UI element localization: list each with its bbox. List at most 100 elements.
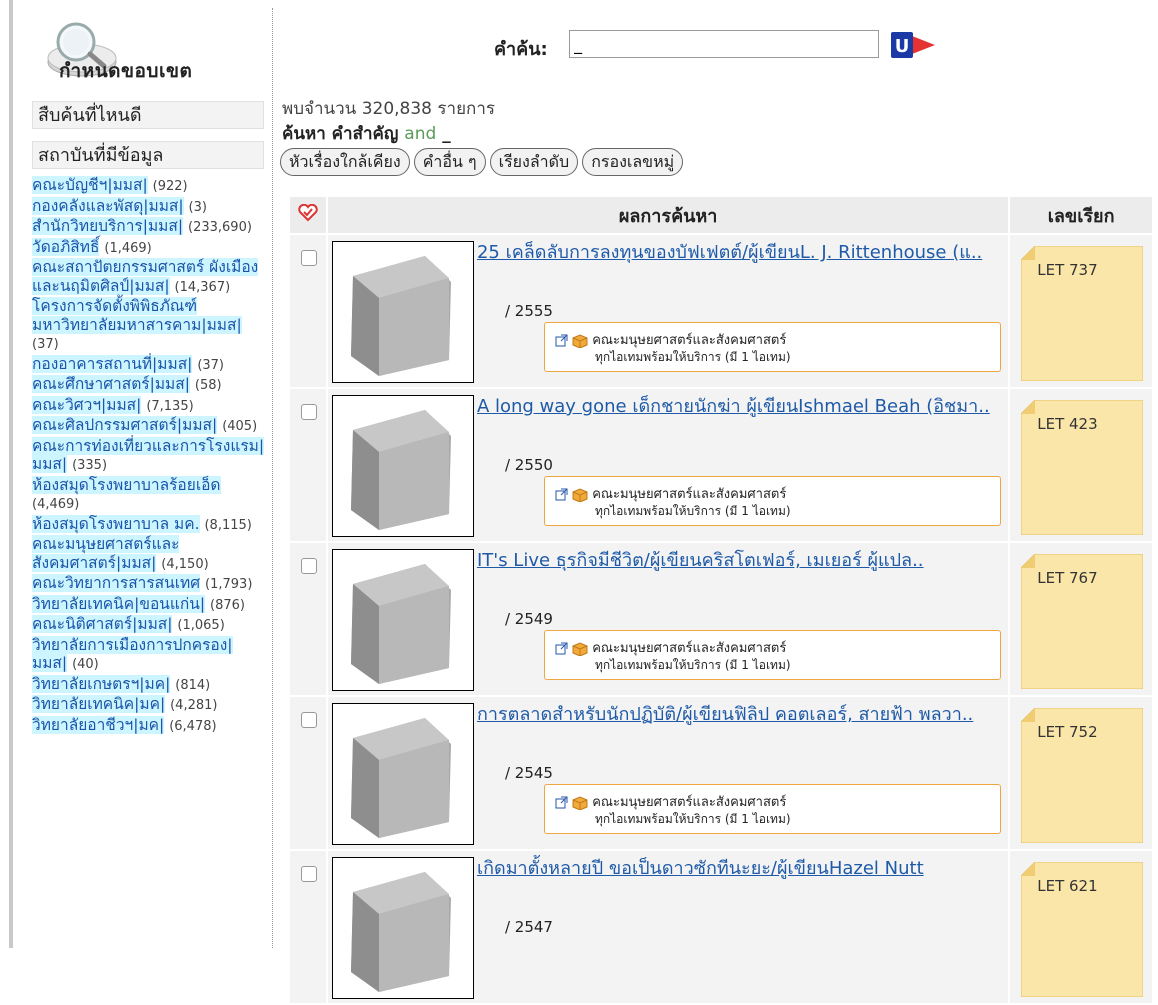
row-check-cell xyxy=(290,389,326,541)
holding-dept-text: คณะมนุษยศาสตร์และสังคมศาสตร์ xyxy=(592,795,787,810)
institution-name[interactable]: คณะศึกษาศาสตร์|มมส| xyxy=(32,375,190,393)
institution-item[interactable]: คณะศึกษาศาสตร์|มมส| (58) xyxy=(32,375,267,396)
institution-name[interactable]: คณะศิลปกรรมศาสตร์|มมส| xyxy=(32,416,218,434)
institution-name[interactable]: คณะนิติศาสตร์|มมส| xyxy=(32,615,173,633)
institution-name[interactable]: วิทยาลัยอาชีวฯ|มค| xyxy=(32,715,165,734)
row-main-cell: A long way gone เด็กชายนักฆ่า ผู้เขียนIs… xyxy=(327,389,1009,541)
filter-institutions[interactable]: สถาบันที่มีข้อมูล xyxy=(32,141,264,169)
row-checkbox[interactable] xyxy=(301,558,317,574)
filter-search-where[interactable]: สืบค้นที่ไหนดี xyxy=(32,101,264,129)
institution-count: (233,690) xyxy=(188,220,252,235)
chip-other-words[interactable]: คำอื่น ๆ xyxy=(413,148,486,176)
institution-item[interactable]: โครงการจัดตั้งพิพิธภัณฑ์ มหาวิทยาลัยมหาส… xyxy=(32,297,267,355)
result-title-link[interactable]: การตลาดสำหรับนักปฏิบัติ/ผู้เขียนฟิลิป คอ… xyxy=(477,704,997,726)
institution-name[interactable]: วิทยาลัยการเมืองการปกครอง|มมส| xyxy=(32,635,233,672)
institution-name[interactable]: คณะวิศวฯ|มมส| xyxy=(32,395,142,414)
scope-title: กำหนดขอบเขต xyxy=(59,60,193,82)
result-title-link[interactable]: 25 เคล็ดลับการลงทุนของบัฟเฟตต์/ผู้เขียนL… xyxy=(477,242,997,264)
institution-name[interactable]: คณะมนุษยศาสตร์และสังคมศาสตร์|มมส| xyxy=(32,535,180,572)
institution-name[interactable]: สำนักวิทยบริการ|มมส| xyxy=(32,217,184,235)
holding-dept: คณะมนุษยศาสตร์และสังคมศาสตร์ xyxy=(555,791,786,812)
institution-name[interactable]: วิทยาลัยเทคนิค|ขอนแก่น| xyxy=(32,594,206,613)
institution-item[interactable]: ห้องสมุดโรงพยาบาลร้อยเอ็ด (4,469) xyxy=(32,475,267,515)
institution-count: (814) xyxy=(175,677,211,693)
results-header: ผลการค้นหา xyxy=(327,197,1009,233)
institution-count: (8,115) xyxy=(204,517,252,533)
left-border xyxy=(0,0,13,948)
row-checkbox[interactable] xyxy=(301,404,317,420)
holding-box[interactable]: คณะมนุษยศาสตร์และสังคมศาสตร์ ทุกไอเทมพร้… xyxy=(543,784,1001,834)
main-content: คำค้น: U พบจำนวน 320,838 รายการ ค้นหา คำ… xyxy=(276,0,1158,1003)
institution-item[interactable]: วิทยาลัยเทคนิค|มค| (4,281) xyxy=(32,695,267,716)
institution-name[interactable]: คณะบัญชีฯ|มมส| xyxy=(32,176,148,194)
institution-item[interactable]: กองคลังและพัสดุ|มมส| (3) xyxy=(32,196,267,218)
institution-name[interactable]: วิทยาลัยเกษตรฯ|มค| xyxy=(32,674,171,693)
row-main-cell: 25 เคล็ดลับการลงทุนของบัฟเฟตต์/ผู้เขียนL… xyxy=(327,235,1009,387)
row-main-cell: เกิดมาตั้งหลายปี ขอเป็นดาวซักทีนะยะ/ผู้เ… xyxy=(327,851,1009,1003)
package-icon xyxy=(572,333,588,349)
holding-box[interactable]: คณะมนุษยศาสตร์และสังคมศาสตร์ ทุกไอเทมพร้… xyxy=(543,630,1001,680)
institution-count: (3) xyxy=(188,199,207,215)
holding-box[interactable]: คณะมนุษยศาสตร์และสังคมศาสตร์ ทุกไอเทมพร้… xyxy=(543,476,1001,526)
institution-name[interactable]: กองคลังและพัสดุ|มมส| xyxy=(32,196,184,215)
institution-item[interactable]: คณะสถาปัตยกรรมศาสตร์ ผังเมืองและนฤมิตศิล… xyxy=(32,258,267,297)
institution-name[interactable]: วัดอภิสิทธิ์ xyxy=(32,237,100,256)
search-input[interactable] xyxy=(569,30,879,58)
row-call-cell: LET 737 xyxy=(1010,235,1152,387)
institution-item[interactable]: วิทยาลัยเกษตรฯ|มค| (814) xyxy=(32,674,267,696)
call-number-note: LET 737 xyxy=(1021,246,1144,381)
institution-name[interactable]: ห้องสมุดโรงพยาบาล มค. xyxy=(32,514,200,533)
scope-header[interactable]: กำหนดขอบเขต xyxy=(46,18,246,88)
row-checkbox[interactable] xyxy=(301,866,317,882)
row-check-cell xyxy=(290,697,326,849)
institution-item[interactable]: คณะการท่องเที่ยวและการโรงแรม|มมส| (335) xyxy=(32,436,267,476)
institution-count: (876) xyxy=(210,597,245,613)
chip-related-subjects[interactable]: หัวเรื่องใกล้เคียง xyxy=(280,148,410,176)
book-cover-icon xyxy=(331,241,474,383)
institution-count: (40) xyxy=(72,657,99,672)
institution-name[interactable]: คณะวิทยาการสารสนเทศ xyxy=(32,574,201,592)
callno-header: เลขเรียก xyxy=(1010,197,1152,233)
call-number: LET 767 xyxy=(1037,569,1098,587)
institution-item[interactable]: คณะนิติศาสตร์|มมส| (1,065) xyxy=(32,615,267,636)
institution-item[interactable]: ห้องสมุดโรงพยาบาล มค. (8,115) xyxy=(32,514,267,536)
institution-name[interactable]: ห้องสมุดโรงพยาบาลร้อยเอ็ด xyxy=(32,475,221,494)
institution-item[interactable]: สำนักวิทยบริการ|มมส| (233,690) xyxy=(32,217,267,238)
holding-box[interactable]: คณะมนุษยศาสตร์และสังคมศาสตร์ ทุกไอเทมพร้… xyxy=(543,322,1001,372)
institution-item[interactable]: วิทยาลัยการเมืองการปกครอง|มมส| (40) xyxy=(32,635,267,675)
chip-sort[interactable]: เรียงลำดับ xyxy=(489,148,579,176)
institution-name[interactable]: กองอาคารสถานที่|มมส| xyxy=(32,354,193,373)
query-operator: and xyxy=(404,124,437,144)
row-checkbox[interactable] xyxy=(301,712,317,728)
external-link-icon xyxy=(555,642,568,655)
select-all-header[interactable] xyxy=(290,197,326,233)
result-count: พบจำนวน 320,838 รายการ xyxy=(282,99,496,119)
institution-item[interactable]: วิทยาลัยเทคนิค|ขอนแก่น| (876) xyxy=(32,594,267,616)
result-year: / 2545 xyxy=(504,764,553,782)
chip-filter-class[interactable]: กรองเลขหมู่ xyxy=(582,148,684,176)
institution-item[interactable]: วัดอภิสิทธิ์ (1,469) xyxy=(32,237,267,259)
institution-item[interactable]: คณะวิทยาการสารสนเทศ (1,793) xyxy=(32,574,267,595)
result-title-link[interactable]: IT's Live ธุรกิจมีชีวิต/ผู้เขียนคริสโตเฟ… xyxy=(477,550,997,572)
result-title-link[interactable]: เกิดมาตั้งหลายปี ขอเป็นดาวซักทีนะยะ/ผู้เ… xyxy=(477,858,997,880)
search-go-icon[interactable]: U xyxy=(889,30,937,60)
institution-item[interactable]: คณะมนุษยศาสตร์และสังคมศาสตร์|มมส| (4,150… xyxy=(32,535,267,574)
institution-name[interactable]: คณะการท่องเที่ยวและการโรงแรม|มมส| xyxy=(32,436,265,473)
row-checkbox[interactable] xyxy=(301,250,317,266)
result-title-link[interactable]: A long way gone เด็กชายนักฆ่า ผู้เขียนIs… xyxy=(477,396,997,418)
institution-name[interactable]: โครงการจัดตั้งพิพิธภัณฑ์ มหาวิทยาลัยมหาส… xyxy=(32,297,242,334)
heart-check-icon xyxy=(298,203,318,221)
result-row: A long way gone เด็กชายนักฆ่า ผู้เขียนIs… xyxy=(290,389,1152,541)
institution-item[interactable]: คณะวิศวฯ|มมส| (7,135) xyxy=(32,395,267,417)
row-call-cell: LET 423 xyxy=(1010,389,1152,541)
institution-item[interactable]: คณะบัญชีฯ|มมส| (922) xyxy=(32,176,267,197)
institution-item[interactable]: กองอาคารสถานที่|มมส| (37) xyxy=(32,354,267,376)
result-row: 25 เคล็ดลับการลงทุนของบัฟเฟตต์/ผู้เขียนL… xyxy=(290,235,1152,387)
refine-chips: หัวเรื่องใกล้เคียง คำอื่น ๆ เรียงลำดับ ก… xyxy=(280,148,684,176)
institution-item[interactable]: วิทยาลัยอาชีวฯ|มค| (6,478) xyxy=(32,715,267,737)
holding-availability: ทุกไอเทมพร้อมให้บริการ (มี 1 ไอเทม) xyxy=(594,350,791,364)
institution-count: (4,281) xyxy=(170,698,218,713)
book-cover-icon xyxy=(331,395,474,537)
institution-item[interactable]: คณะศิลปกรรมศาสตร์|มมส| (405) xyxy=(32,416,267,437)
institution-name[interactable]: วิทยาลัยเทคนิค|มค| xyxy=(32,695,166,713)
